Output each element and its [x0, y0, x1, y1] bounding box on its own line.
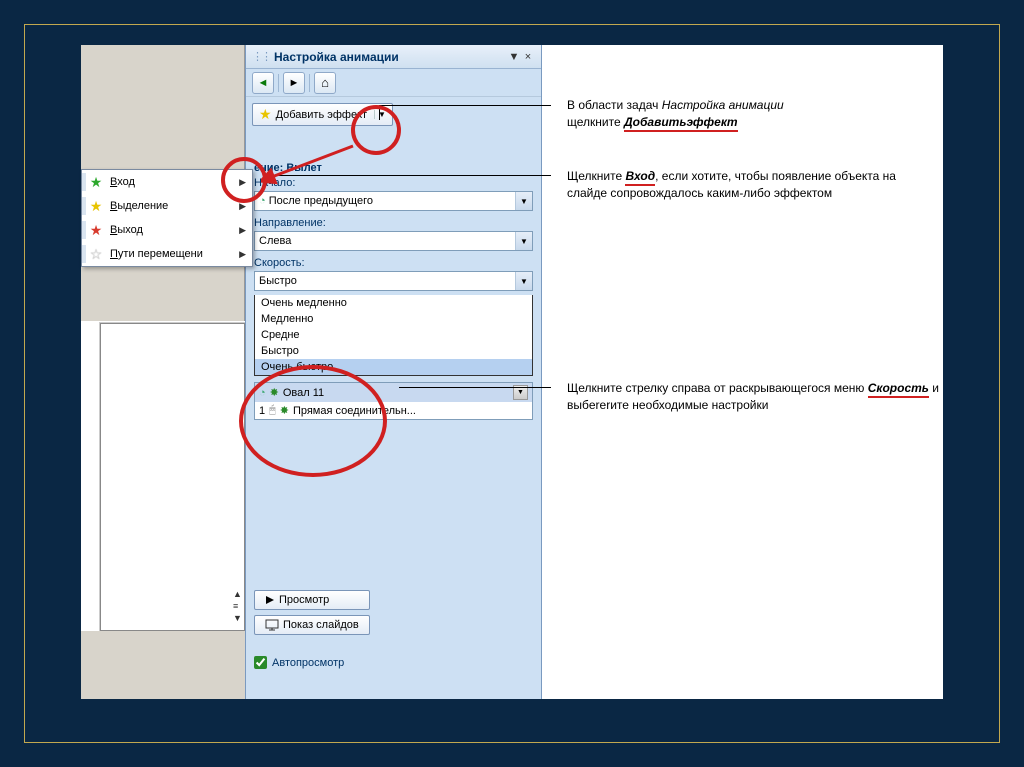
start-combo[interactable]: ◔ После предыдущего ▼ [254, 191, 533, 211]
star-icon: ★ [259, 106, 272, 123]
taskpane-title: Настройка анимации [274, 50, 507, 64]
speed-option[interactable]: Медленно [255, 311, 532, 327]
chevron-down-icon[interactable]: ▼ [515, 272, 532, 290]
speed-option[interactable]: Средне [255, 327, 532, 343]
submenu-arrow-icon: ▶ [239, 249, 246, 260]
chevron-down-icon: ▼ [374, 110, 386, 119]
menu-item-emphasis[interactable]: ★ Выделение ▶ [82, 194, 252, 218]
speed-dropdown: Очень медленно Медленно Средне Быстро Оч… [254, 295, 533, 376]
preview-label: Просмотр [279, 594, 329, 606]
submenu-arrow-icon: ▶ [239, 177, 246, 188]
chevron-down-icon[interactable]: ▼ [515, 192, 532, 210]
animation-item[interactable]: 1 🖱 ✸ Прямая соединительн... [255, 402, 532, 419]
nav-forward-button[interactable]: ► [283, 72, 305, 94]
scroll-arrows[interactable]: ▲≡▼ [233, 589, 242, 623]
speed-value: Быстро [259, 275, 297, 287]
effect-menu: ★ Вход ▶ ★ Выделение ▶ ★ Выход ▶ ☆ Пути … [81, 169, 253, 267]
speed-option[interactable]: Очень медленно [255, 295, 532, 311]
star-icon: ✸ [270, 386, 279, 399]
clock-icon: ◔ [259, 387, 266, 399]
play-icon [265, 595, 275, 605]
chevron-down-icon[interactable]: ▼ [515, 232, 532, 250]
speed-option[interactable]: Очень быстро [255, 359, 532, 375]
autopreview-checkbox[interactable]: Автопросмотр [254, 656, 344, 669]
animation-item[interactable]: ◔ ✸ Овал 11 ▼ [255, 383, 532, 402]
mouse-icon: 🖱 [269, 404, 276, 417]
animation-index: 1 [259, 405, 265, 417]
nav-home-button[interactable]: ⌂ [314, 72, 336, 94]
menu-item-entry[interactable]: ★ Вход ▶ [82, 170, 252, 194]
editor-bg-bottom [81, 631, 245, 699]
taskpane-close-button[interactable]: × [521, 51, 535, 63]
slide-thumbnail[interactable] [100, 323, 245, 631]
taskpane-titlebar: ⋮⋮ Настройка анимации ▼ × [246, 45, 541, 69]
direction-label: Направление: [246, 215, 541, 230]
submenu-arrow-icon: ▶ [239, 201, 246, 212]
callout-2: Щелкните Вход, если хотите, чтобы появле… [567, 168, 927, 202]
taskpane-menu-button[interactable]: ▼ [507, 51, 521, 63]
star-icon: ★ [90, 198, 103, 215]
menu-item-exit[interactable]: ★ Выход ▶ [82, 218, 252, 242]
grip-icon: ⋮⋮ [252, 50, 270, 63]
slideshow-label: Показ слайдов [283, 619, 359, 631]
callouts: В области задач Настройка анимации щелкн… [551, 45, 941, 699]
start-value: После предыдущего [269, 195, 373, 207]
animation-name: Прямая соединительн... [293, 405, 416, 417]
autopreview-input[interactable] [254, 656, 267, 669]
add-effect-label: Добавить эффект [276, 109, 367, 121]
taskpane-nav: ◄ ► ⌂ [246, 69, 541, 97]
direction-value: Слева [259, 235, 291, 247]
add-effect-button[interactable]: ★ Добавить эффект ▼ [252, 103, 393, 126]
menu-item-paths[interactable]: ☆ Пути перемещени ▶ [82, 242, 252, 266]
star-icon: ★ [90, 222, 103, 239]
animation-name: Овал 11 [283, 387, 324, 399]
callout-1: В области задач Настройка анимации щелкн… [567, 97, 907, 131]
arrow-icon [261, 140, 361, 190]
callout-3: Щелкните стрелку справа от раскрывающего… [567, 380, 947, 414]
speed-option[interactable]: Быстро [255, 343, 532, 359]
screenshot-content: ▲≡▼ ⋮⋮ Настройка анимации ▼ × ◄ ► ⌂ ★ До… [81, 45, 943, 699]
direction-combo[interactable]: Слева ▼ [254, 231, 533, 251]
star-icon: ☆ [90, 246, 103, 263]
star-icon: ★ [90, 174, 103, 191]
slideshow-button[interactable]: Показ слайдов [254, 615, 370, 635]
connector-line [399, 387, 551, 388]
connector-line [379, 105, 551, 106]
speed-combo[interactable]: Быстро ▼ [254, 271, 533, 291]
preview-button[interactable]: Просмотр [254, 590, 370, 610]
speed-label: Скорость: [246, 255, 541, 270]
editor-left: ▲≡▼ [81, 45, 245, 699]
star-icon: ✸ [280, 404, 289, 417]
autopreview-label: Автопросмотр [272, 657, 344, 669]
connector-line [379, 105, 380, 120]
submenu-arrow-icon: ▶ [239, 225, 246, 236]
nav-back-button[interactable]: ◄ [252, 72, 274, 94]
projector-icon [265, 619, 279, 631]
clock-icon: ◔ [259, 195, 266, 207]
